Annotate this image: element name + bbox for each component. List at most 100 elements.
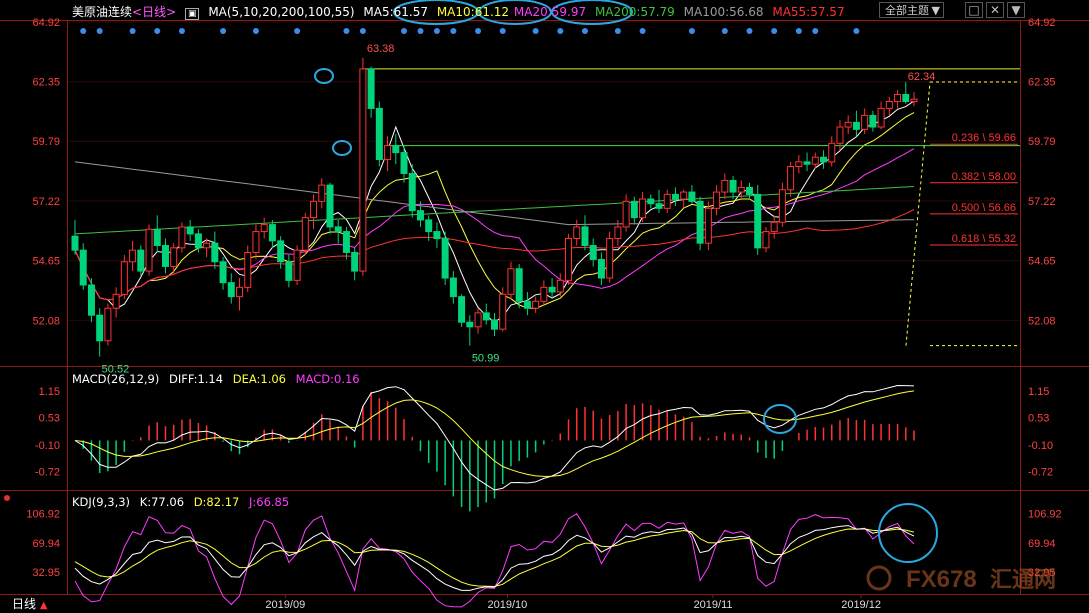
square-icon[interactable]: □ — [965, 2, 983, 18]
candle-body — [523, 300, 531, 309]
edit-icon[interactable]: ▣ — [184, 8, 200, 20]
kdj-axis-label-right: 106.92 — [1028, 509, 1062, 521]
high-annotation: 63.38 — [367, 43, 395, 55]
candle-body — [260, 224, 268, 233]
candle-body — [301, 217, 309, 251]
candle-body — [795, 161, 803, 168]
candle-body — [433, 231, 441, 240]
candle-body — [704, 207, 712, 244]
candle-body — [359, 68, 367, 272]
candle-body — [680, 191, 688, 200]
candle-body — [285, 261, 293, 281]
candle-body — [416, 210, 424, 221]
signal-dot — [475, 28, 482, 34]
candle-body — [589, 245, 597, 260]
signal-dot — [746, 28, 753, 34]
candle-body — [400, 152, 408, 174]
macd-diff: DIFF:1.14 — [169, 372, 224, 386]
candle-body — [104, 307, 112, 342]
candle-body — [573, 226, 581, 240]
theme-label: 全部主题 — [885, 4, 929, 17]
date-axis-label: 2019/12 — [841, 599, 881, 611]
candle-body — [71, 235, 79, 251]
price-axis-label-left: 62.35 — [32, 77, 60, 89]
kdj-axis-label-right: 69.94 — [1028, 538, 1056, 550]
macd-axis-label-right: 0.53 — [1028, 413, 1049, 425]
candle-body — [532, 300, 540, 309]
signal-dot — [721, 28, 728, 34]
candle-body — [244, 251, 252, 288]
signal-dot — [129, 28, 136, 34]
candle-body — [310, 200, 318, 219]
candle-body — [745, 186, 753, 195]
signal-dot — [450, 28, 457, 34]
candle-body — [614, 226, 622, 240]
macd-params: MACD(26,12,9) — [72, 372, 160, 386]
ma200-value: MA200:57.79 — [594, 5, 675, 19]
kdj-j: J:66.85 — [249, 495, 290, 509]
candle-body — [137, 249, 145, 272]
candle-body — [762, 231, 770, 249]
candle-body — [622, 200, 630, 228]
instrument-name[interactable]: 美原油连续 — [72, 5, 132, 19]
candle-body — [861, 114, 869, 130]
price-axis-label-right: 52.08 — [1028, 315, 1056, 327]
candle-body — [540, 286, 548, 302]
macd-dea: DEA:1.06 — [232, 372, 287, 386]
candle-body — [227, 282, 235, 298]
signal-dot — [853, 28, 860, 34]
signal-dot — [343, 28, 350, 34]
candle-body — [375, 107, 383, 161]
close-icon[interactable]: ✕ — [986, 2, 1004, 18]
candle-body — [491, 319, 498, 330]
signal-dot — [178, 28, 185, 34]
kdj-axis-label-left: 69.94 — [32, 538, 60, 550]
candle-body — [334, 226, 342, 233]
candle-body — [499, 293, 507, 330]
date-axis-label: 2019/10 — [488, 599, 528, 611]
signal-dot — [795, 28, 802, 34]
candle-body — [729, 179, 737, 193]
watermark-text: FX678 — [906, 566, 977, 593]
main-header: 美原油连续<日线> ▣ MA(5,10,20,200,100,55) MA5:6… — [72, 3, 850, 21]
signal-dot — [417, 28, 424, 34]
candle-body — [671, 193, 679, 200]
price-axis-label-left: 52.08 — [32, 315, 60, 327]
candle-body — [268, 224, 276, 242]
dropdown-icon[interactable]: ▼ — [1007, 2, 1025, 18]
candle-body — [129, 249, 137, 263]
panel-marker-icon — [4, 495, 10, 501]
candle-body — [556, 279, 564, 293]
candle-body — [203, 242, 211, 249]
low-annotation: 50.99 — [472, 353, 500, 365]
price-axis-label-left: 64.92 — [32, 17, 60, 29]
candle-body — [194, 233, 202, 249]
candle-body — [852, 121, 860, 130]
candle-body — [367, 68, 375, 109]
candle-body — [894, 93, 902, 102]
candle-body — [910, 98, 918, 102]
candle-body — [828, 142, 836, 163]
candle-body — [342, 231, 350, 253]
fib-level-label: 0.382 \ 58.00 — [952, 171, 1016, 183]
chart-canvas[interactable]: 0.236 \ 59.66 0.382 \ 58.00 0.500 \ 56.66 0… — [0, 0, 1089, 613]
period-tab[interactable]: 日线 ▲ — [12, 595, 48, 612]
candle-body — [639, 198, 647, 219]
macd-axis-label-left: -0.72 — [35, 467, 60, 479]
candle-body — [647, 198, 655, 205]
candle-body — [120, 261, 128, 295]
signal-dot — [532, 28, 539, 34]
ma5-value: MA5:61.57 — [363, 5, 428, 19]
kdj-k: K:77.06 — [139, 495, 185, 509]
period-label[interactable]: <日线> — [132, 5, 176, 19]
kdj-params: KDJ(9,3,3) — [72, 495, 131, 509]
signal-dot — [812, 28, 819, 34]
macd-axis-label-left: 1.15 — [39, 386, 60, 398]
candle-body — [87, 284, 95, 316]
date-axis-label: 2019/09 — [265, 599, 305, 611]
signal-dot — [557, 28, 564, 34]
signal-dot — [294, 28, 301, 34]
price-axis-label-right: 59.79 — [1028, 136, 1056, 148]
ma55-value: MA55:57.57 — [772, 5, 845, 19]
theme-dropdown[interactable]: 全部主题 ▼ — [879, 2, 944, 18]
